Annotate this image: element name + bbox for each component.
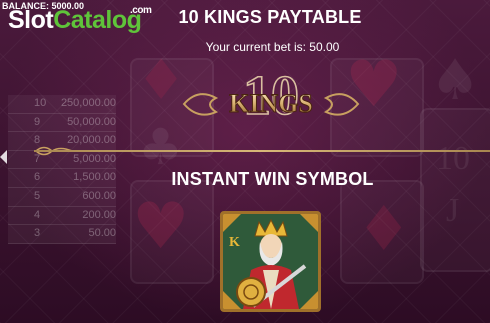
table-row: 5 600.00 — [8, 187, 116, 207]
section-divider — [34, 150, 490, 152]
bg-card — [420, 108, 490, 272]
current-bet-text: Your current bet is: 50.00 — [205, 40, 340, 54]
spade-suit-icon: ♠ — [430, 48, 481, 113]
table-row: 4 200.00 — [8, 206, 116, 226]
jack-card-icon: J — [446, 192, 460, 229]
game-logo: 10 KINGS — [182, 74, 360, 128]
paytable-title: 10 KINGS PAYTABLE — [178, 7, 362, 27]
logo-kings-text: KINGS — [229, 89, 313, 118]
logo-left-swirl-icon — [182, 93, 219, 116]
section-title: INSTANT WIN SYMBOL — [171, 169, 374, 189]
diamond-suit-icon: ♦ — [356, 192, 412, 265]
logo-right-swirl-icon — [323, 93, 360, 116]
previous-page-arrow[interactable] — [0, 150, 7, 164]
heart-suit-icon: ♥ — [132, 190, 190, 264]
king-card-icon: K — [223, 214, 318, 309]
table-row: 3 50.00 — [8, 225, 116, 244]
table-row: 9 50,000.00 — [8, 113, 116, 133]
king-card-symbol: K — [220, 211, 321, 312]
table-row: 10 250,000.00 — [8, 95, 116, 114]
svg-text:K: K — [229, 235, 240, 250]
